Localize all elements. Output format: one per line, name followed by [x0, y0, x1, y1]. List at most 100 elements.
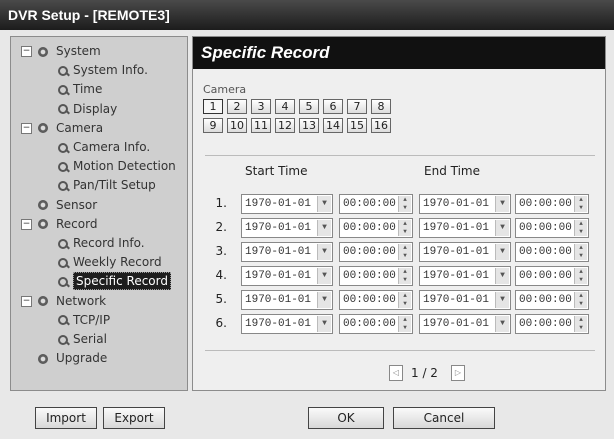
spin-down-icon[interactable]: ▼: [399, 252, 411, 260]
tree-item-system-info[interactable]: System Info.: [57, 61, 148, 79]
collapse-icon[interactable]: −: [21, 122, 32, 134]
tree-group-sensor[interactable]: Sensor: [21, 196, 97, 214]
spin-up-icon[interactable]: ▲: [399, 292, 411, 300]
tree-item-camera-info[interactable]: Camera Info.: [57, 138, 150, 156]
end-date-select[interactable]: 1970-01-01 ▼: [419, 242, 511, 262]
tree-item-specific-record[interactable]: Specific Record: [57, 272, 171, 291]
spinner[interactable]: ▲ ▼: [574, 196, 587, 212]
collapse-icon[interactable]: −: [21, 218, 32, 230]
spin-down-icon[interactable]: ▼: [399, 300, 411, 308]
dropdown-arrow-icon[interactable]: ▼: [317, 196, 331, 212]
tree-item-pan-tilt-setup[interactable]: Pan/Tilt Setup: [57, 176, 156, 194]
camera-7-button[interactable]: 7: [347, 99, 367, 114]
spin-down-icon[interactable]: ▼: [575, 252, 587, 260]
spinner[interactable]: ▲ ▼: [398, 244, 411, 260]
dropdown-arrow-icon[interactable]: ▼: [317, 244, 331, 260]
camera-11-button[interactable]: 11: [251, 118, 271, 133]
dropdown-arrow-icon[interactable]: ▼: [495, 244, 509, 260]
camera-12-button[interactable]: 12: [275, 118, 295, 133]
camera-8-button[interactable]: 8: [371, 99, 391, 114]
dropdown-arrow-icon[interactable]: ▼: [317, 316, 331, 332]
spinner[interactable]: ▲ ▼: [398, 292, 411, 308]
end-time-input[interactable]: 00:00:00 ▲ ▼: [515, 242, 589, 262]
spin-up-icon[interactable]: ▲: [575, 268, 587, 276]
end-time-input[interactable]: 00:00:00 ▲ ▼: [515, 218, 589, 238]
start-date-select[interactable]: 1970-01-01 ▼: [241, 242, 333, 262]
spinner[interactable]: ▲ ▼: [398, 220, 411, 236]
start-date-select[interactable]: 1970-01-01 ▼: [241, 290, 333, 310]
dropdown-arrow-icon[interactable]: ▼: [495, 196, 509, 212]
camera-9-button[interactable]: 9: [203, 118, 223, 133]
spinner[interactable]: ▲ ▼: [574, 244, 587, 260]
tree-item-display[interactable]: Display: [57, 100, 117, 118]
start-date-select[interactable]: 1970-01-01 ▼: [241, 194, 333, 214]
collapse-icon[interactable]: −: [21, 295, 32, 307]
spin-up-icon[interactable]: ▲: [399, 244, 411, 252]
spin-up-icon[interactable]: ▲: [575, 220, 587, 228]
dropdown-arrow-icon[interactable]: ▼: [495, 292, 509, 308]
camera-16-button[interactable]: 16: [371, 118, 391, 133]
camera-4-button[interactable]: 4: [275, 99, 295, 114]
spinner[interactable]: ▲ ▼: [398, 196, 411, 212]
end-date-select[interactable]: 1970-01-01 ▼: [419, 290, 511, 310]
start-time-input[interactable]: 00:00:00 ▲ ▼: [339, 218, 413, 238]
end-date-select[interactable]: 1970-01-01 ▼: [419, 314, 511, 334]
spin-up-icon[interactable]: ▲: [399, 268, 411, 276]
ok-button[interactable]: OK: [308, 407, 384, 429]
tree-item-weekly-record[interactable]: Weekly Record: [57, 253, 162, 271]
spin-down-icon[interactable]: ▼: [399, 324, 411, 332]
spin-up-icon[interactable]: ▲: [399, 316, 411, 324]
start-time-input[interactable]: 00:00:00 ▲ ▼: [339, 290, 413, 310]
camera-10-button[interactable]: 10: [227, 118, 247, 133]
dropdown-arrow-icon[interactable]: ▼: [317, 268, 331, 284]
start-time-input[interactable]: 00:00:00 ▲ ▼: [339, 242, 413, 262]
spinner[interactable]: ▲ ▼: [398, 316, 411, 332]
tree-item-tcp-ip[interactable]: TCP/IP: [57, 311, 110, 329]
spin-down-icon[interactable]: ▼: [399, 228, 411, 236]
collapse-icon[interactable]: −: [21, 46, 32, 57]
spinner[interactable]: ▲ ▼: [574, 316, 587, 332]
spinner[interactable]: ▲ ▼: [398, 268, 411, 284]
spin-up-icon[interactable]: ▲: [575, 316, 587, 324]
camera-5-button[interactable]: 5: [299, 99, 319, 114]
dropdown-arrow-icon[interactable]: ▼: [495, 316, 509, 332]
spin-up-icon[interactable]: ▲: [575, 196, 587, 204]
end-date-select[interactable]: 1970-01-01 ▼: [419, 218, 511, 238]
end-date-select[interactable]: 1970-01-01 ▼: [419, 266, 511, 286]
spin-up-icon[interactable]: ▲: [399, 220, 411, 228]
dropdown-arrow-icon[interactable]: ▼: [495, 220, 509, 236]
dropdown-arrow-icon[interactable]: ▼: [317, 220, 331, 236]
spin-down-icon[interactable]: ▼: [575, 204, 587, 212]
spin-up-icon[interactable]: ▲: [575, 292, 587, 300]
spin-down-icon[interactable]: ▼: [399, 276, 411, 284]
spinner[interactable]: ▲ ▼: [574, 220, 587, 236]
import-button[interactable]: Import: [35, 407, 97, 429]
end-date-select[interactable]: 1970-01-01 ▼: [419, 194, 511, 214]
start-date-select[interactable]: 1970-01-01 ▼: [241, 218, 333, 238]
camera-1-button[interactable]: 1: [203, 99, 223, 114]
camera-3-button[interactable]: 3: [251, 99, 271, 114]
end-time-input[interactable]: 00:00:00 ▲ ▼: [515, 314, 589, 334]
prev-page-icon[interactable]: ◁: [389, 365, 403, 381]
dropdown-arrow-icon[interactable]: ▼: [495, 268, 509, 284]
spin-down-icon[interactable]: ▼: [575, 228, 587, 236]
tree-group-network[interactable]: − Network: [21, 292, 106, 310]
camera-15-button[interactable]: 15: [347, 118, 367, 133]
spin-up-icon[interactable]: ▲: [399, 196, 411, 204]
spin-down-icon[interactable]: ▼: [399, 204, 411, 212]
spinner[interactable]: ▲ ▼: [574, 268, 587, 284]
spinner[interactable]: ▲ ▼: [574, 292, 587, 308]
tree-group-system[interactable]: − System: [21, 42, 101, 60]
end-time-input[interactable]: 00:00:00 ▲ ▼: [515, 266, 589, 286]
camera-2-button[interactable]: 2: [227, 99, 247, 114]
dropdown-arrow-icon[interactable]: ▼: [317, 292, 331, 308]
cancel-button[interactable]: Cancel: [393, 407, 495, 429]
start-date-select[interactable]: 1970-01-01 ▼: [241, 266, 333, 286]
start-date-select[interactable]: 1970-01-01 ▼: [241, 314, 333, 334]
tree-item-record-info[interactable]: Record Info.: [57, 234, 145, 252]
start-time-input[interactable]: 00:00:00 ▲ ▼: [339, 266, 413, 286]
next-page-icon[interactable]: ▷: [451, 365, 465, 381]
tree-group-upgrade[interactable]: Upgrade: [21, 349, 107, 367]
camera-14-button[interactable]: 14: [323, 118, 343, 133]
camera-6-button[interactable]: 6: [323, 99, 343, 114]
